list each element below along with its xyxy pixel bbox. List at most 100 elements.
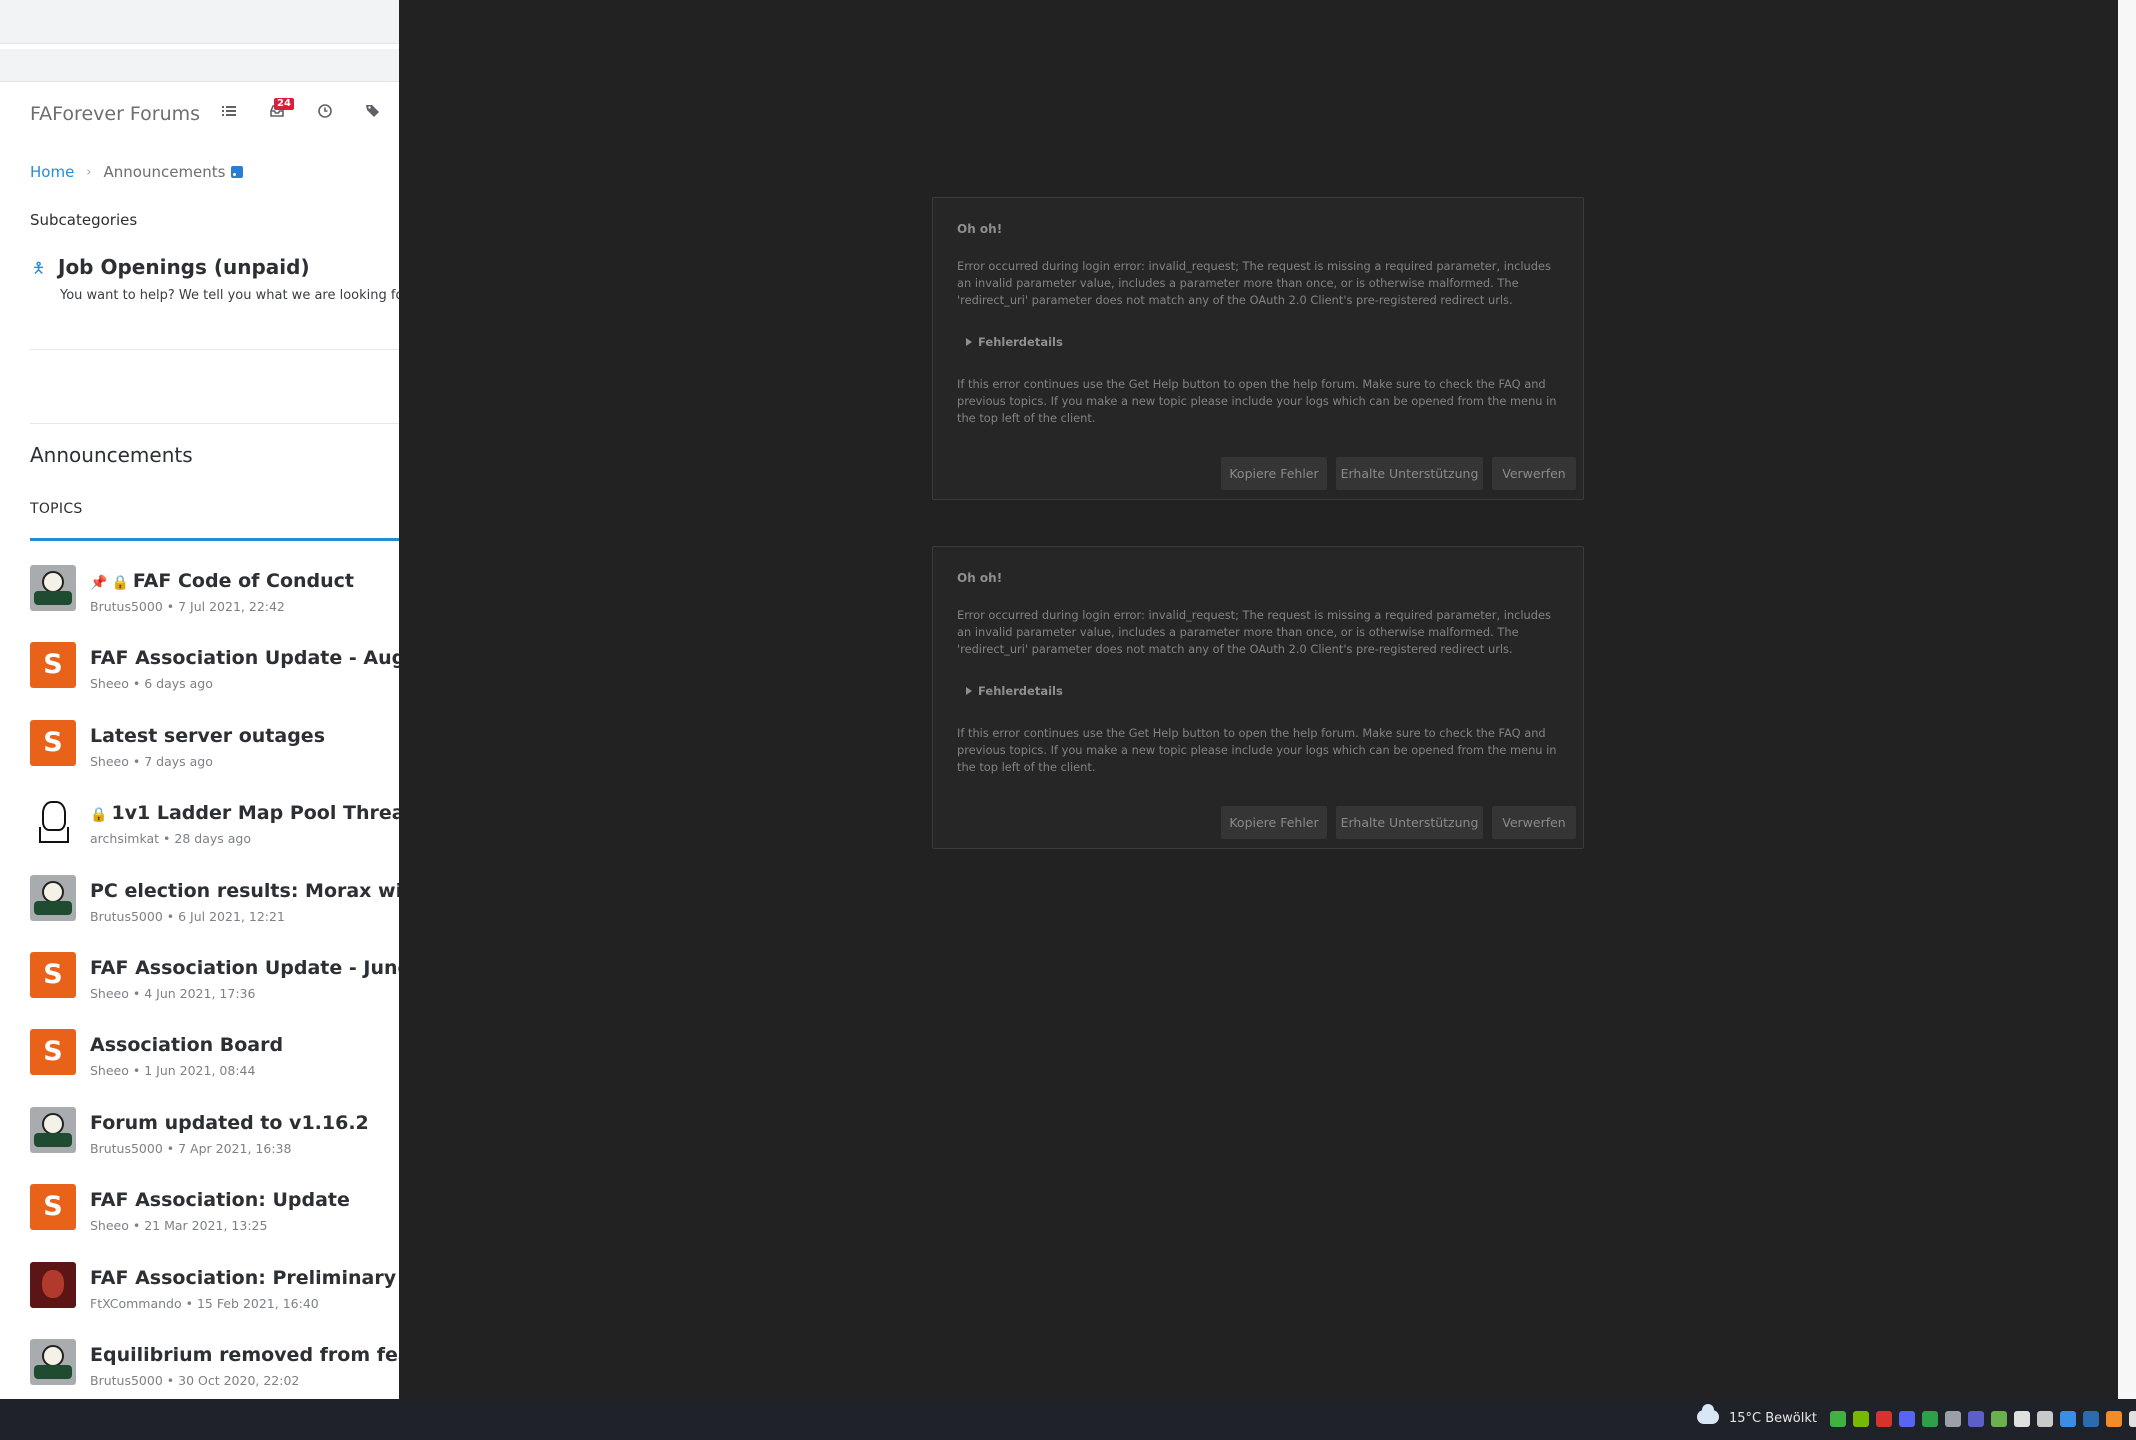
list-item[interactable]: S Association Board Sheeo • 1 Jun 2021, …: [30, 1029, 399, 1106]
topic-title[interactable]: FAF Association Update - August 2: [90, 647, 399, 669]
topic-title[interactable]: Association Board: [90, 1034, 283, 1056]
topic-author[interactable]: Brutus5000: [90, 1141, 163, 1156]
topic-author[interactable]: Sheeo: [90, 1063, 129, 1078]
topic-title[interactable]: PC election results: Morax wins: [90, 880, 399, 902]
list-item[interactable]: PC election results: Morax wins Brutus50…: [30, 874, 399, 952]
get-support-button[interactable]: Erhalte Unterstützung: [1336, 806, 1483, 839]
copy-error-button[interactable]: Kopiere Fehler: [1221, 457, 1327, 490]
topic-title[interactable]: Forum updated to v1.16.2: [90, 1112, 369, 1134]
copy-error-button[interactable]: Kopiere Fehler: [1221, 806, 1327, 839]
avatar[interactable]: S: [30, 1029, 76, 1076]
topic-meta: Brutus5000 • 7 Apr 2021, 16:38: [90, 1140, 292, 1156]
topic-time: 21 Mar 2021, 13:25: [144, 1218, 268, 1234]
battery-icon[interactable]: [2129, 1411, 2136, 1427]
list-item[interactable]: FAF Association: Preliminary Meet FtXCom…: [30, 1261, 399, 1339]
topic-time: 30 Oct 2020, 22:02: [178, 1372, 300, 1388]
breadcrumb-home-link[interactable]: Home: [30, 163, 74, 181]
subcategory-title[interactable]: Job Openings (unpaid): [58, 255, 310, 279]
topic-author[interactable]: Sheeo: [90, 1218, 129, 1233]
topic-title-row[interactable]: 🔒 1v1 Ladder Map Pool Thread: [90, 802, 399, 824]
breadcrumb: Home › Announcements: [30, 163, 243, 181]
error-message: Error occurred during login error: inval…: [957, 259, 1551, 307]
topic-meta: Sheeo • 7 days ago: [90, 753, 213, 769]
shield-check-icon[interactable]: [1830, 1411, 1846, 1427]
list-item[interactable]: S Latest server outages Sheeo • 7 days a…: [30, 719, 399, 797]
play-icon[interactable]: [1922, 1411, 1938, 1427]
topic-author[interactable]: archsimkat: [90, 831, 159, 846]
topic-title-row[interactable]: 📌 🔒 FAF Code of Conduct: [90, 570, 354, 592]
topic-title[interactable]: Equilibrium removed from feature: [90, 1344, 399, 1366]
avatar[interactable]: [30, 874, 76, 921]
avatar[interactable]: [30, 1338, 76, 1385]
topic-time: 6 Jul 2021, 12:21: [178, 908, 285, 924]
nvidia-icon[interactable]: [1853, 1411, 1869, 1427]
recent-clock-icon[interactable]: [312, 101, 338, 127]
topic-time: 1 Jun 2021, 08:44: [144, 1063, 256, 1079]
error-details-label[interactable]: Fehlerdetails: [978, 684, 1063, 698]
list-item[interactable]: 📌 🔒 FAF Code of Conduct Brutus5000 • 7 Jul…: [30, 565, 399, 642]
dismiss-button[interactable]: Verwerfen: [1492, 457, 1576, 490]
topic-meta: Sheeo • 21 Mar 2021, 13:25: [90, 1218, 268, 1234]
topic-author[interactable]: Brutus5000: [90, 1373, 163, 1388]
weather-widget[interactable]: 15°C Bewölkt: [1729, 1411, 1817, 1426]
dismiss-button[interactable]: Verwerfen: [1492, 806, 1576, 839]
camera-icon[interactable]: [1945, 1411, 1961, 1427]
teams-icon[interactable]: [1968, 1411, 1984, 1427]
avatar[interactable]: [30, 1261, 76, 1308]
app-icon[interactable]: [2106, 1411, 2122, 1427]
list-item[interactable]: Equilibrium removed from feature Brutus5…: [30, 1338, 399, 1399]
topic-time: 4 Jun 2021, 17:36: [144, 985, 256, 1001]
list-item[interactable]: 🔒 1v1 Ladder Map Pool Thread archsimkat •…: [30, 797, 399, 874]
avatar[interactable]: [30, 565, 76, 611]
list-item[interactable]: Forum updated to v1.16.2 Brutus5000 • 7 …: [30, 1106, 399, 1184]
topic-author[interactable]: Sheeo: [90, 676, 129, 691]
network-icon[interactable]: [2037, 1411, 2053, 1427]
list-item[interactable]: S FAF Association Update - June 20 Sheeo…: [30, 951, 399, 1029]
forum-brand[interactable]: FAForever Forums: [30, 103, 200, 125]
topic-title[interactable]: FAF Association: Preliminary Meet: [90, 1267, 399, 1289]
topic-title[interactable]: FAF Association Update - June 20: [90, 957, 399, 979]
topic-time: 7 Jul 2021, 22:42: [178, 599, 285, 614]
microphone-icon[interactable]: [2014, 1411, 2030, 1427]
topic-title[interactable]: FAF Code of Conduct: [133, 570, 354, 592]
divider: [30, 349, 399, 350]
error-details-toggle[interactable]: Fehlerdetails: [966, 335, 1063, 349]
breadcrumb-separator: ›: [86, 164, 92, 180]
topic-author[interactable]: Brutus5000: [90, 909, 163, 924]
avatar[interactable]: S: [30, 719, 76, 766]
vpn-icon[interactable]: [2083, 1411, 2099, 1427]
section-title: Announcements: [30, 443, 193, 467]
topic-time: 15 Feb 2021, 16:40: [196, 1295, 319, 1311]
topic-meta: Brutus5000 • 7 Jul 2021, 22:42: [90, 599, 285, 614]
error-details-label[interactable]: Fehlerdetails: [978, 335, 1063, 349]
get-support-button[interactable]: Erhalte Unterstützung: [1336, 457, 1483, 490]
topic-title[interactable]: 1v1 Ladder Map Pool Thread: [111, 802, 399, 824]
topic-meta: FtXCommando • 15 Feb 2021, 16:40: [90, 1295, 319, 1311]
topic-author[interactable]: Sheeo: [90, 754, 129, 769]
categories-icon[interactable]: [216, 101, 242, 127]
topic-author[interactable]: Brutus5000: [90, 599, 163, 614]
window-edge: [2118, 0, 2136, 1399]
list-item[interactable]: S FAF Association Update - August 2 Shee…: [30, 642, 399, 719]
cloud-icon[interactable]: [1697, 1404, 1719, 1424]
avatar[interactable]: [30, 797, 76, 844]
discord-icon[interactable]: [1899, 1411, 1915, 1427]
topic-title[interactable]: Latest server outages: [90, 725, 325, 747]
chat-icon[interactable]: [1991, 1411, 2007, 1427]
rss-icon[interactable]: [230, 166, 243, 178]
topic-meta: archsimkat • 28 days ago: [90, 831, 251, 847]
topic-title[interactable]: FAF Association: Update: [90, 1189, 350, 1211]
avatar[interactable]: [30, 1106, 76, 1153]
error-details-toggle[interactable]: Fehlerdetails: [966, 684, 1063, 698]
avatar[interactable]: S: [30, 951, 76, 998]
avatar[interactable]: S: [30, 642, 76, 689]
list-item[interactable]: S FAF Association: Update Sheeo • 21 Mar…: [30, 1184, 399, 1261]
avatar[interactable]: S: [30, 1184, 76, 1231]
tags-icon[interactable]: [360, 101, 386, 127]
steelseries-icon[interactable]: [1876, 1411, 1892, 1427]
topic-author[interactable]: Sheeo: [90, 986, 129, 1001]
onedrive-icon[interactable]: [2060, 1411, 2076, 1427]
subcategories-heading: Subcategories: [30, 211, 138, 229]
topic-author[interactable]: FtXCommando: [90, 1296, 182, 1311]
tab-topics[interactable]: TOPICS: [30, 501, 83, 517]
